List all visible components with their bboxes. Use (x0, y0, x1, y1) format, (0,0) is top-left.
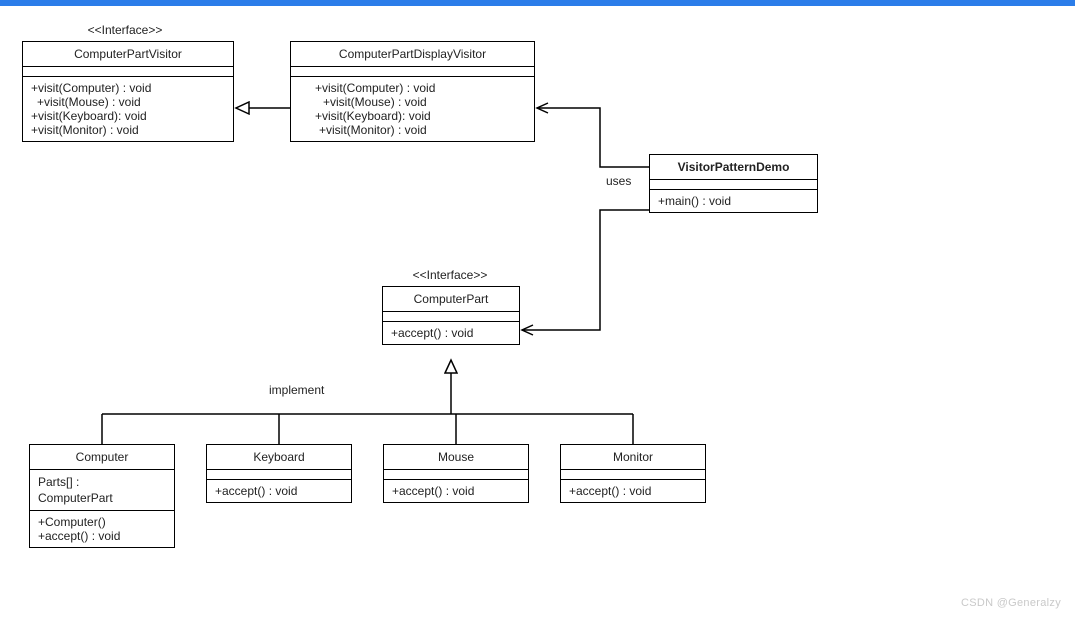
method: +visit(Mouse) : void (31, 95, 225, 109)
class-title: Computer (30, 445, 174, 469)
method: +visit(Computer) : void (31, 81, 225, 95)
class-title: Mouse (384, 445, 528, 469)
method: +accept() : void (392, 484, 520, 498)
stereotype-part-interface: <<Interface>> (380, 268, 520, 282)
class-methods: +accept() : void (207, 479, 351, 502)
class-computerpart: ComputerPart +accept() : void (382, 286, 520, 345)
class-visitorpatterndemo: VisitorPatternDemo +main() : void (649, 154, 818, 213)
class-methods: +main() : void (650, 189, 817, 212)
class-computerpartdisplayvisitor: ComputerPartDisplayVisitor +visit(Comput… (290, 41, 535, 142)
relation-label-uses: uses (606, 174, 631, 188)
class-methods: +accept() : void (384, 479, 528, 502)
class-title: VisitorPatternDemo (650, 155, 817, 179)
class-methods: +visit(Computer) : void +visit(Mouse) : … (291, 76, 534, 141)
class-methods: +accept() : void (383, 321, 519, 344)
class-computer: Computer Parts[] :ComputerPart +Computer… (29, 444, 175, 548)
method: +visit(Keyboard): void (31, 109, 225, 123)
watermark: CSDN @Generalzy (961, 597, 1061, 609)
attr: Parts[] :ComputerPart (38, 474, 166, 506)
method: +accept() : void (391, 326, 511, 340)
stereotype-visitor-interface: <<Interface>> (45, 23, 205, 37)
method: +visit(Keyboard): void (315, 109, 526, 123)
class-attrs-empty (207, 469, 351, 479)
method: +visit(Mouse) : void (315, 95, 526, 109)
class-attrs-empty (383, 311, 519, 321)
method: +Computer() (38, 515, 166, 529)
class-mouse: Mouse +accept() : void (383, 444, 529, 503)
class-title: ComputerPartVisitor (23, 42, 233, 66)
top-accent-bar (0, 0, 1075, 6)
class-attrs-empty (650, 179, 817, 189)
class-methods: +visit(Computer) : void +visit(Mouse) : … (23, 76, 233, 141)
class-title: Keyboard (207, 445, 351, 469)
class-methods: +Computer() +accept() : void (30, 510, 174, 547)
class-methods: +accept() : void (561, 479, 705, 502)
class-attrs-empty (384, 469, 528, 479)
method: +visit(Computer) : void (315, 81, 526, 95)
class-attrs: Parts[] :ComputerPart (30, 469, 174, 510)
class-title: ComputerPartDisplayVisitor (291, 42, 534, 66)
method: +visit(Monitor) : void (315, 123, 526, 137)
method: +visit(Monitor) : void (31, 123, 225, 137)
class-keyboard: Keyboard +accept() : void (206, 444, 352, 503)
class-attrs-empty (561, 469, 705, 479)
method: +main() : void (658, 194, 809, 208)
class-monitor: Monitor +accept() : void (560, 444, 706, 503)
class-title: ComputerPart (383, 287, 519, 311)
class-title: Monitor (561, 445, 705, 469)
method: +accept() : void (38, 529, 166, 543)
method: +accept() : void (215, 484, 343, 498)
class-attrs-empty (23, 66, 233, 76)
relation-label-implement: implement (269, 383, 324, 397)
class-attrs-empty (291, 66, 534, 76)
class-computerpartvisitor: ComputerPartVisitor +visit(Computer) : v… (22, 41, 234, 142)
method: +accept() : void (569, 484, 697, 498)
